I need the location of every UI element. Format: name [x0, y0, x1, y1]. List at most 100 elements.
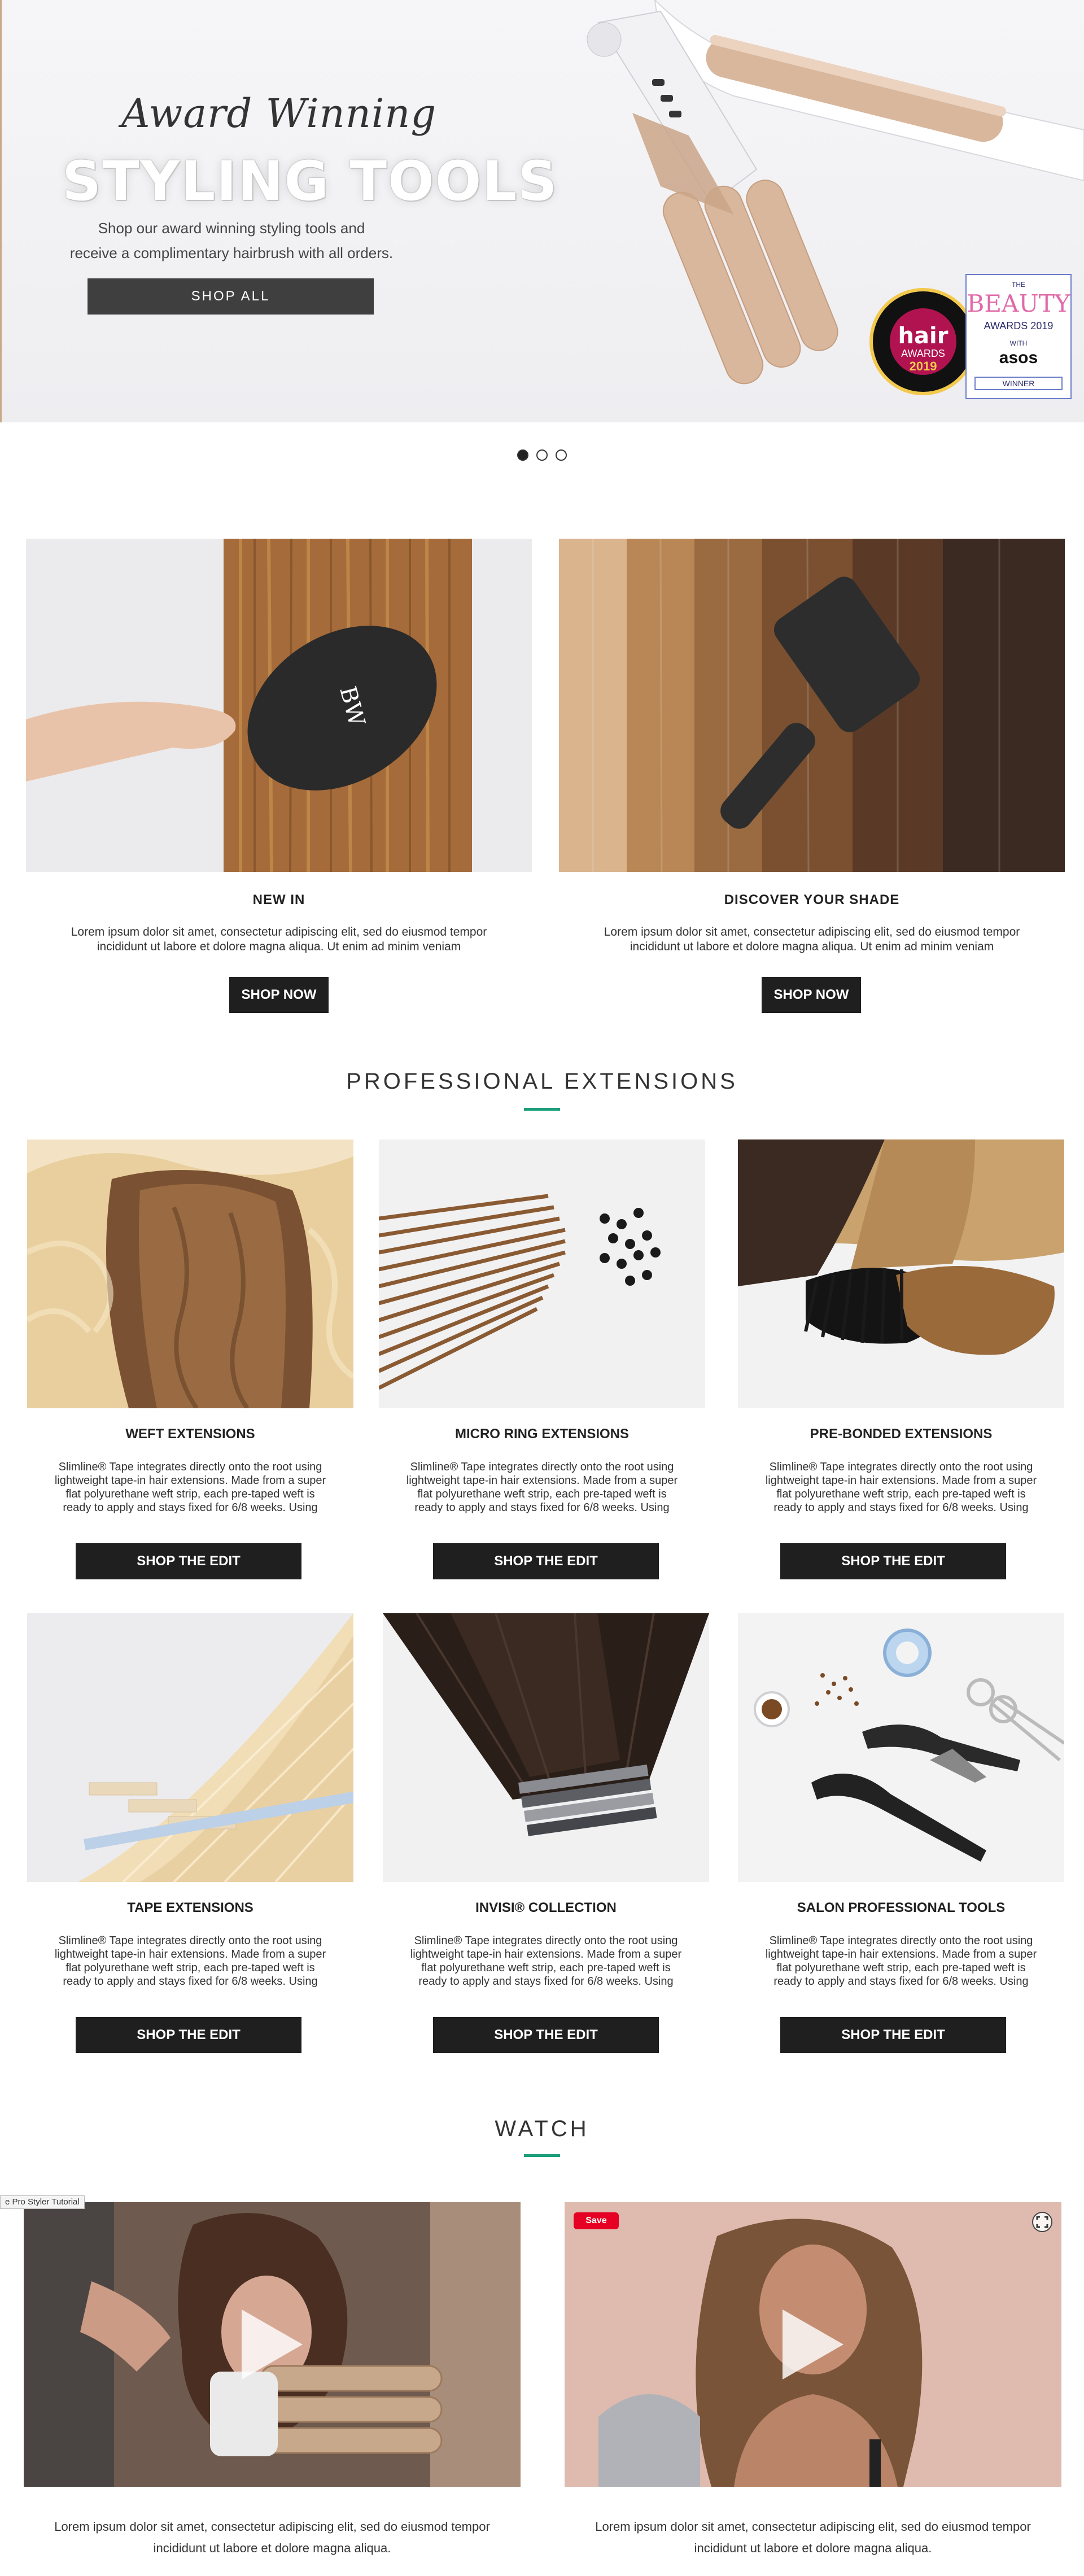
tape-extensions-image[interactable] [27, 1613, 353, 1882]
video-caption-line: Lorem ipsum dolor sit amet, consectetur … [54, 2520, 490, 2534]
card-desc-line: flat polyurethane weft strip, each pre-t… [65, 1488, 315, 1500]
weft-extensions-image[interactable] [27, 1139, 353, 1408]
carousel-dot-3[interactable] [556, 449, 567, 461]
badge-hair-year: 2019 [909, 359, 937, 373]
micro-ring-extensions-image[interactable] [379, 1139, 705, 1408]
card-desc-line: lightweight tape-in hair extensions. Mad… [765, 1474, 1037, 1487]
badge-beauty-winner: WINNER [974, 377, 1063, 390]
promo-desc-line: Lorem ipsum dolor sit amet, consectetur … [71, 925, 487, 938]
card-desc-salon-tools: Slimline® Tape integrates directly onto … [738, 1934, 1064, 1988]
extensions-heading: PROFESSIONAL EXTENSIONS [346, 1069, 738, 1094]
fullscreen-glyph [1036, 2216, 1048, 2228]
card-desc-line: flat polyurethane weft strip, each pre-t… [776, 1962, 1026, 1974]
pinterest-save-button[interactable]: Save [574, 2212, 619, 2229]
card-desc-line: ready to apply and stays fixed for 6/8 w… [418, 1975, 674, 1988]
invisi-collection-image[interactable] [383, 1613, 709, 1882]
card-desc-invisi: Slimline® Tape integrates directly onto … [383, 1934, 709, 1988]
hero-subtitle: Shop our award winning styling tools and… [56, 216, 406, 265]
card-desc-line: Slimline® Tape integrates directly onto … [769, 1461, 1033, 1473]
video-caption-1: Lorem ipsum dolor sit amet, consectetur … [18, 2516, 526, 2559]
shop-the-edit-button-pre-bonded[interactable]: SHOP THE EDIT [780, 1543, 1006, 1579]
badge-hair-label: AWARDS [901, 348, 945, 359]
shop-all-button[interactable]: SHOP ALL [88, 278, 374, 315]
card-desc-pre-bonded: Slimline® Tape integrates directly onto … [738, 1460, 1064, 1514]
card-desc-line: ready to apply and stays fixed for 6/8 w… [63, 1501, 318, 1514]
video-caption-line: incididunt ut labore et dolore magna ali… [153, 2541, 391, 2555]
hero-subtitle-line: receive a complimentary hairbrush with a… [69, 244, 394, 261]
card-desc-line: ready to apply and stays fixed for 6/8 w… [773, 1975, 1029, 1988]
card-desc-micro-ring: Slimline® Tape integrates directly onto … [379, 1460, 705, 1514]
card-desc-line: Slimline® Tape integrates directly onto … [410, 1461, 674, 1473]
card-desc-line: lightweight tape-in hair extensions. Mad… [765, 1948, 1037, 1961]
promo-desc-line: incididunt ut labore et dolore magna ali… [97, 940, 461, 953]
promo-title-new-in: NEW IN [252, 892, 305, 907]
promo-desc-discover-shade: Lorem ipsum dolor sit amet, consectetur … [559, 925, 1065, 954]
video-player-1[interactable] [24, 2202, 521, 2487]
salon-tools-illustration [738, 1613, 1064, 1882]
card-desc-line: lightweight tape-in hair extensions. Mad… [54, 1948, 326, 1961]
shop-the-edit-button-invisi[interactable]: SHOP THE EDIT [433, 2017, 659, 2053]
promo-desc-line: incididunt ut labore et dolore magna ali… [630, 940, 994, 953]
carousel-dots [0, 449, 1084, 461]
new-in-image[interactable]: BW [26, 539, 532, 872]
card-desc-line: ready to apply and stays fixed for 6/8 w… [773, 1501, 1029, 1514]
micro-ring-strands-illustration [379, 1139, 705, 1408]
pre-bonded-hair-illustration [738, 1139, 1064, 1408]
hero-script-title: Award Winning [121, 90, 437, 137]
video-title-label[interactable]: e Pro Styler Tutorial [0, 2195, 85, 2209]
shop-the-edit-button-salon-tools[interactable]: SHOP THE EDIT [780, 2017, 1006, 2053]
carousel-dot-2[interactable] [536, 449, 548, 461]
watch-heading: WATCH [495, 2116, 589, 2141]
badge-beauty-brand: asos [999, 348, 1038, 367]
discover-shade-image[interactable] [559, 539, 1065, 872]
tape-hair-illustration [27, 1613, 353, 1882]
invisi-tape-hair-illustration [383, 1613, 709, 1882]
pre-bonded-extensions-image[interactable] [738, 1139, 1064, 1408]
card-desc-line: Slimline® Tape integrates directly onto … [414, 1935, 678, 1947]
shop-now-button-new-in[interactable]: SHOP NOW [229, 977, 329, 1013]
promo-title-discover-shade: DISCOVER YOUR SHADE [724, 892, 900, 907]
promo-desc-line: Lorem ipsum dolor sit amet, consectetur … [604, 925, 1020, 938]
promo-desc-new-in: Lorem ipsum dolor sit amet, consectetur … [26, 925, 532, 954]
card-desc-line: Slimline® Tape integrates directly onto … [58, 1461, 322, 1473]
shop-the-edit-button-weft[interactable]: SHOP THE EDIT [76, 1543, 301, 1579]
card-title-pre-bonded: PRE-BONDED EXTENSIONS [810, 1426, 993, 1442]
watch-heading-underline [524, 2154, 560, 2157]
shop-now-button-discover-shade[interactable]: SHOP NOW [762, 977, 861, 1013]
hair-awards-badge: hair AWARDS 2019 [869, 288, 977, 395]
card-title-tape: TAPE EXTENSIONS [127, 1900, 253, 1915]
card-desc-line: flat polyurethane weft strip, each pre-t… [421, 1962, 671, 1974]
badge-hair-word: hair [898, 323, 948, 349]
carousel-dot-1[interactable] [517, 449, 528, 461]
card-title-invisi: INVISI® COLLECTION [475, 1900, 617, 1915]
shop-the-edit-button-tape[interactable]: SHOP THE EDIT [76, 2017, 301, 2053]
hero-banner[interactable]: Award Winning STYLING TOOLS Shop our awa… [0, 0, 1084, 422]
extensions-heading-underline [524, 1108, 560, 1111]
play-icon[interactable] [242, 2309, 303, 2379]
card-desc-line: ready to apply and stays fixed for 6/8 w… [414, 1501, 670, 1514]
brush-in-hair-illustration: BW [26, 539, 532, 872]
card-title-salon-tools: SALON PROFESSIONAL TOOLS [797, 1900, 1006, 1915]
card-desc-weft: Slimline® Tape integrates directly onto … [27, 1460, 353, 1514]
play-icon[interactable] [783, 2309, 843, 2379]
video-caption-line: incididunt ut labore et dolore magna ali… [694, 2541, 932, 2555]
badge-beauty-awards: AWARDS 2019 [984, 320, 1054, 331]
card-desc-line: Slimline® Tape integrates directly onto … [769, 1935, 1033, 1947]
video-caption-2: Lorem ipsum dolor sit amet, consectetur … [559, 2516, 1067, 2559]
hero-edge [0, 0, 2, 422]
brush-on-hair-swatches-illustration [559, 539, 1065, 872]
card-desc-line: lightweight tape-in hair extensions. Mad… [54, 1474, 326, 1487]
card-desc-line: lightweight tape-in hair extensions. Mad… [406, 1474, 678, 1487]
card-desc-line: ready to apply and stays fixed for 6/8 w… [63, 1975, 318, 1988]
card-desc-tape: Slimline® Tape integrates directly onto … [27, 1934, 353, 1988]
weft-hair-illustration [27, 1139, 353, 1408]
shop-the-edit-button-micro-ring[interactable]: SHOP THE EDIT [433, 1543, 659, 1579]
card-desc-line: lightweight tape-in hair extensions. Mad… [410, 1948, 682, 1961]
video-player-2[interactable] [565, 2202, 1061, 2487]
salon-tools-image[interactable] [738, 1613, 1064, 1882]
card-desc-line: flat polyurethane weft strip, each pre-t… [776, 1488, 1026, 1500]
fullscreen-icon[interactable] [1032, 2212, 1052, 2232]
beauty-awards-badge: THE BEAUTY AWARDS 2019 WITH asos WINNER [965, 274, 1072, 399]
badge-beauty-word: BEAUTY [967, 290, 1070, 317]
badge-beauty-top: THE [1012, 281, 1025, 289]
